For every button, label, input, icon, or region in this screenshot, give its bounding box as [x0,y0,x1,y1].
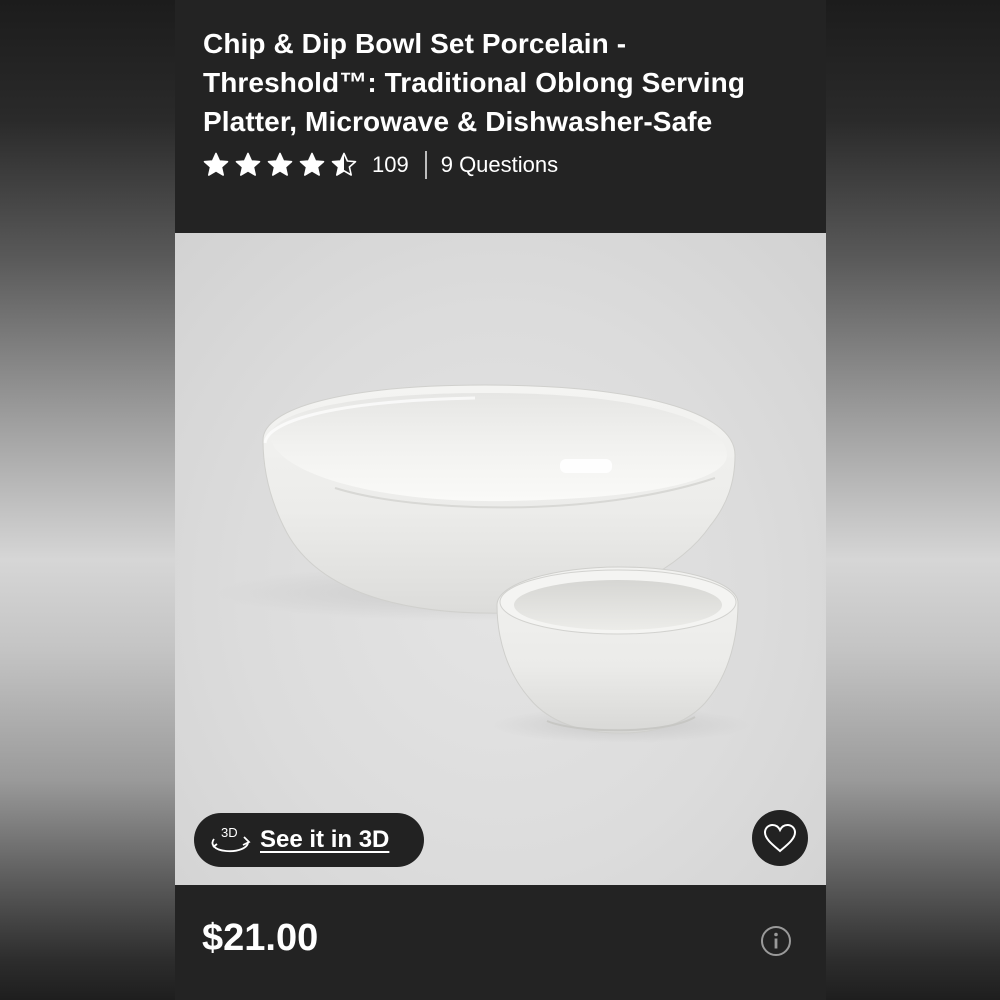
3d-rotate-icon: 3D [211,825,251,853]
svg-text:3D: 3D [221,825,238,840]
rating-row[interactable]: 109 9 Questions [203,148,558,182]
product-header: Chip & Dip Bowl Set Porcelain - Threshol… [175,0,826,233]
questions-link[interactable]: 9 Questions [441,152,558,178]
star-full-icon [299,152,325,176]
see-in-3d-label: See it in 3D [260,826,390,853]
product-photo [217,384,750,743]
product-title: Chip & Dip Bowl Set Porcelain - Threshol… [203,28,746,137]
price-bar: $21.00 [175,885,826,1000]
price-info-button[interactable] [760,925,792,957]
star-half-icon [331,152,357,176]
review-count[interactable]: 109 [372,152,409,178]
star-full-icon [267,152,293,176]
info-icon [761,926,791,956]
star-full-icon [235,152,261,176]
see-in-3d-button[interactable]: 3D See it in 3D [194,813,424,867]
favorite-button[interactable] [752,810,808,866]
heart-outline-icon [763,823,797,853]
star-full-icon [203,152,229,176]
product-image[interactable]: 3D See it in 3D [175,233,826,885]
rating-divider [424,151,427,179]
star-rating [203,152,357,178]
product-price: $21.00 [202,917,319,959]
product-card: Chip & Dip Bowl Set Porcelain - Threshol… [175,0,826,1000]
